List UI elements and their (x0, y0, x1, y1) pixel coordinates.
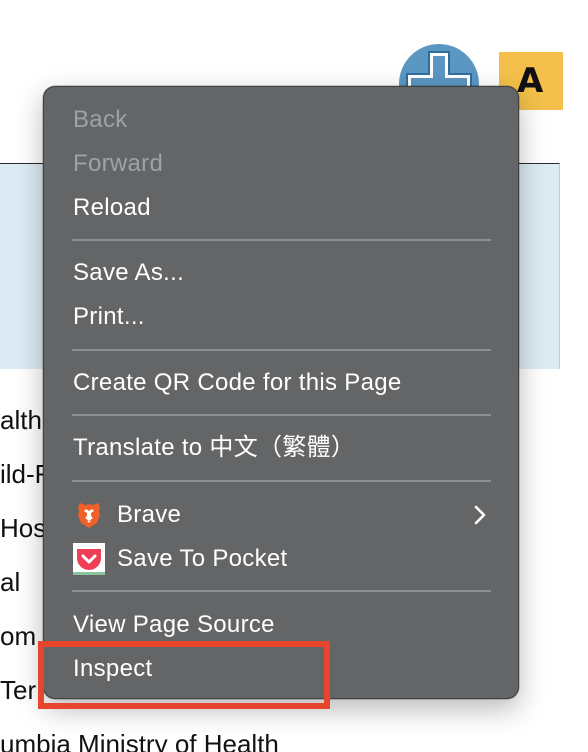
menu-item-save-as[interactable]: Save As... (44, 253, 518, 293)
list-item[interactable]: om (0, 620, 36, 652)
menu-item-label: Back (73, 106, 128, 133)
menu-item-print[interactable]: Print... (44, 297, 518, 337)
menu-separator (72, 349, 491, 351)
list-item[interactable]: Hos (0, 512, 46, 544)
menu-item-label: Print... (73, 303, 145, 330)
context-menu: Back Forward Reload Save As... Print... … (43, 86, 519, 699)
menu-item-back[interactable]: Back (44, 100, 518, 140)
menu-separator (72, 239, 491, 241)
menu-item-label: Translate to 中文（繁體） (73, 434, 356, 461)
menu-item-label: Save As... (73, 259, 185, 286)
pocket-icon (73, 543, 105, 575)
inspect-highlight-outline (38, 641, 330, 709)
chevron-right-icon (473, 504, 487, 526)
menu-item-label: Reload (73, 194, 151, 221)
brave-lion-icon (73, 499, 105, 531)
menu-item-reload[interactable]: Reload (44, 188, 518, 228)
menu-item-save-to-pocket[interactable]: Save To Pocket (44, 539, 518, 579)
menu-separator (72, 480, 491, 482)
menu-item-forward[interactable]: Forward (44, 144, 518, 184)
menu-item-label: Brave (117, 501, 182, 528)
menu-item-label: Create QR Code for this Page (73, 369, 402, 396)
menu-item-label: Save To Pocket (117, 545, 288, 572)
menu-separator (72, 590, 491, 592)
menu-item-view-page-source[interactable]: View Page Source (44, 605, 518, 645)
list-item[interactable]: alth (0, 404, 42, 436)
menu-item-label: Forward (73, 150, 164, 177)
menu-item-brave[interactable]: Brave (44, 495, 518, 535)
list-item[interactable]: Ter (0, 674, 36, 706)
menu-item-create-qr-code[interactable]: Create QR Code for this Page (44, 363, 518, 403)
menu-item-label: View Page Source (73, 611, 275, 638)
menu-item-translate[interactable]: Translate to 中文（繁體） (44, 428, 518, 468)
menu-separator (72, 414, 491, 416)
list-item[interactable]: umbia Ministry of Health (0, 728, 279, 752)
list-item[interactable]: al (0, 566, 20, 598)
